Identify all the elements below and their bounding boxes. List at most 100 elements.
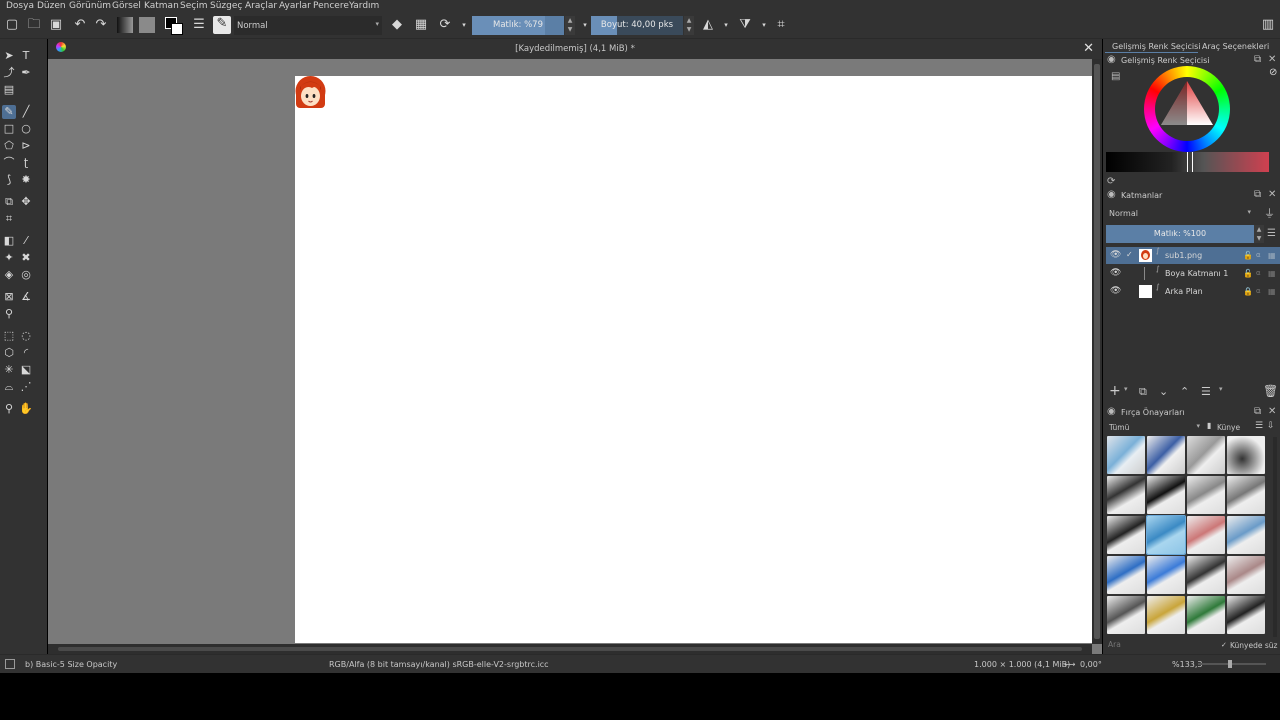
menu-filter[interactable]: Süzgeç — [210, 1, 242, 11]
menu-help[interactable]: Yardım — [349, 1, 379, 11]
saturation-triangle[interactable] — [1155, 77, 1219, 141]
polygon-select-icon[interactable]: ⬡ — [2, 346, 16, 360]
size-slider[interactable]: Boyut: 40,00 pks — [591, 16, 683, 35]
brush-preset-ink-pen[interactable] — [1147, 476, 1185, 514]
brush-preset-pen-dark[interactable] — [1187, 556, 1225, 594]
zoom-slider[interactable] — [1198, 660, 1266, 668]
mirror-horizontal-icon[interactable]: ◭ — [700, 17, 716, 33]
rect-select-icon[interactable]: ⬚ — [2, 329, 16, 343]
layer-row[interactable]: 👁 ∫ Boya Katmanı 1 🔓 α ▦ — [1106, 265, 1280, 282]
layer-row[interactable]: 👁 ∫ Arka Plan 🔒 α ▦ — [1106, 283, 1280, 300]
brush-preset-technical-pen[interactable] — [1227, 476, 1265, 514]
freehand-path-icon[interactable]: ʈ — [19, 156, 33, 170]
horizontal-scrollbar[interactable] — [48, 644, 1092, 654]
brush-preset-pencil-red[interactable] — [1187, 516, 1225, 554]
brush-preset-pen-light[interactable] — [1147, 556, 1185, 594]
float-icon[interactable]: ⧉ — [1254, 406, 1261, 417]
chevron-down-icon[interactable]: ▾ — [1124, 385, 1128, 393]
measure-tool-icon[interactable]: ∡ — [19, 290, 33, 304]
similar-select-icon[interactable]: ⬕ — [19, 363, 33, 377]
opacity-spinner[interactable]: ▲ ▼ — [565, 16, 575, 35]
open-folder-icon[interactable]: 🗀 — [26, 17, 42, 33]
vertical-scrollbar[interactable] — [1092, 59, 1102, 644]
colorize-mask-icon[interactable]: ✦ — [2, 251, 16, 265]
pan-tool-icon[interactable]: ✋ — [19, 402, 33, 416]
chevron-down-icon[interactable]: ▾ — [1219, 385, 1223, 393]
color-shade-bar[interactable] — [1106, 152, 1269, 172]
tab-tool-options[interactable]: Araç Seçenekleri — [1202, 42, 1269, 51]
move-tool-icon[interactable]: ✥ — [19, 195, 33, 209]
new-document-icon[interactable]: ▢ — [4, 17, 20, 33]
brush-preset-airbrush[interactable] — [1227, 436, 1265, 474]
select-shapes-icon[interactable]: ➤ — [2, 49, 16, 63]
polygon-tool-icon[interactable]: ⬠ — [2, 139, 16, 153]
reload-icon[interactable]: ⟳ — [437, 17, 453, 33]
bezier-tool-icon[interactable]: ⌒ — [2, 156, 16, 170]
brush-preset-eraser-small[interactable] — [1187, 436, 1225, 474]
bookmark-icon[interactable]: ▮ — [1207, 421, 1211, 430]
polyline-tool-icon[interactable]: ⊳ — [19, 139, 33, 153]
layer-opacity-spinner[interactable]: ▲ ▼ — [1254, 225, 1264, 243]
brush-preset-pencil-soft[interactable] — [1227, 556, 1265, 594]
rotation-icon[interactable]: ⟷ — [1064, 660, 1075, 669]
refresh-icon[interactable]: ⟳ — [1107, 176, 1115, 187]
wrap-around-icon[interactable]: ⌗ — [773, 17, 789, 33]
inherit-alpha-icon[interactable]: ▦ — [1268, 251, 1276, 260]
brush-scrollbar[interactable] — [1273, 437, 1277, 637]
brush-preset-pencil-green[interactable] — [1187, 596, 1225, 634]
blend-mode-select[interactable]: Normal ▾ — [234, 16, 382, 35]
menu-select[interactable]: Seçim — [180, 1, 207, 11]
move-down-icon[interactable]: ⌄ — [1159, 385, 1168, 398]
redo-icon[interactable]: ↷ — [93, 17, 109, 33]
brush-preset-icon[interactable]: ✎ — [213, 16, 231, 34]
eye-icon[interactable]: 👁 — [1110, 286, 1121, 296]
inherit-alpha-icon[interactable]: ▦ — [1268, 287, 1276, 296]
line-tool-icon[interactable]: ╱ — [19, 105, 33, 119]
size-spinner[interactable]: ▲ ▼ — [684, 16, 694, 35]
brush-preset-marker[interactable] — [1107, 516, 1145, 554]
rectangle-tool-icon[interactable]: □ — [2, 122, 16, 136]
lock-icon[interactable]: 🔓 — [1243, 251, 1253, 260]
pattern-icon[interactable] — [139, 17, 155, 33]
menu-view[interactable]: Görünüm — [69, 1, 111, 11]
lock-icon[interactable]: 🔓 — [1243, 269, 1253, 278]
menu-image[interactable]: Görsel — [112, 1, 141, 11]
reference-tool-icon[interactable]: ⚲ — [2, 307, 16, 321]
opacity-slider[interactable]: Matlık: %79 — [472, 16, 564, 35]
tag-button[interactable]: Künye — [1217, 423, 1240, 432]
brush-settings-icon[interactable]: ☰ — [191, 17, 207, 33]
brush-tag-select[interactable]: Tümü ▾ — [1106, 421, 1202, 433]
eye-icon[interactable]: 👁 — [1110, 268, 1121, 278]
alpha-icon[interactable]: α — [1256, 251, 1261, 259]
alpha-icon[interactable]: α — [1256, 269, 1261, 277]
delete-layer-icon[interactable]: 🗑 — [1263, 384, 1278, 398]
mirror-vertical-icon[interactable]: ⧩ — [737, 17, 753, 33]
close-icon[interactable]: ✕ — [1268, 54, 1276, 65]
gradient-icon[interactable] — [117, 17, 133, 33]
crop-tool-icon[interactable]: ⌗ — [2, 212, 16, 226]
chevron-down-icon[interactable]: ▾ — [756, 17, 772, 33]
text-tool-icon[interactable]: T — [19, 49, 33, 63]
close-icon[interactable]: ✕ — [1268, 189, 1276, 200]
chevron-down-icon[interactable]: ▾ — [718, 17, 734, 33]
drag-handle-icon[interactable]: ◉ — [1107, 189, 1116, 200]
fill-tool-icon[interactable]: ◈ — [2, 268, 16, 282]
layer-properties-icon[interactable]: ☰ — [1201, 385, 1211, 398]
color-settings-icon[interactable]: ▤ — [1111, 71, 1120, 82]
gradient-tool-icon[interactable]: ◧ — [2, 234, 16, 248]
inherit-alpha-icon[interactable]: ▦ — [1268, 269, 1276, 278]
save-icon[interactable]: ▣ — [48, 17, 64, 33]
list-view-icon[interactable]: ☰ — [1255, 421, 1263, 431]
ellipse-tool-icon[interactable]: ○ — [19, 122, 33, 136]
brush-search-input[interactable] — [1106, 639, 1218, 650]
smart-patch-icon[interactable]: ✖ — [19, 251, 33, 265]
brush-preset-pencil-yellow[interactable] — [1147, 596, 1185, 634]
brush-preset-ink[interactable] — [1107, 476, 1145, 514]
canvas-page[interactable] — [295, 76, 1092, 643]
menu-edit[interactable]: Düzen — [37, 1, 66, 11]
bezier-select-icon[interactable]: ⌓ — [2, 380, 16, 394]
close-icon[interactable]: ✕ — [1268, 406, 1276, 417]
undo-icon[interactable]: ↶ — [72, 17, 88, 33]
transform-tool-icon[interactable]: ⧉ — [2, 195, 16, 209]
alpha-icon[interactable]: α — [1256, 287, 1261, 295]
